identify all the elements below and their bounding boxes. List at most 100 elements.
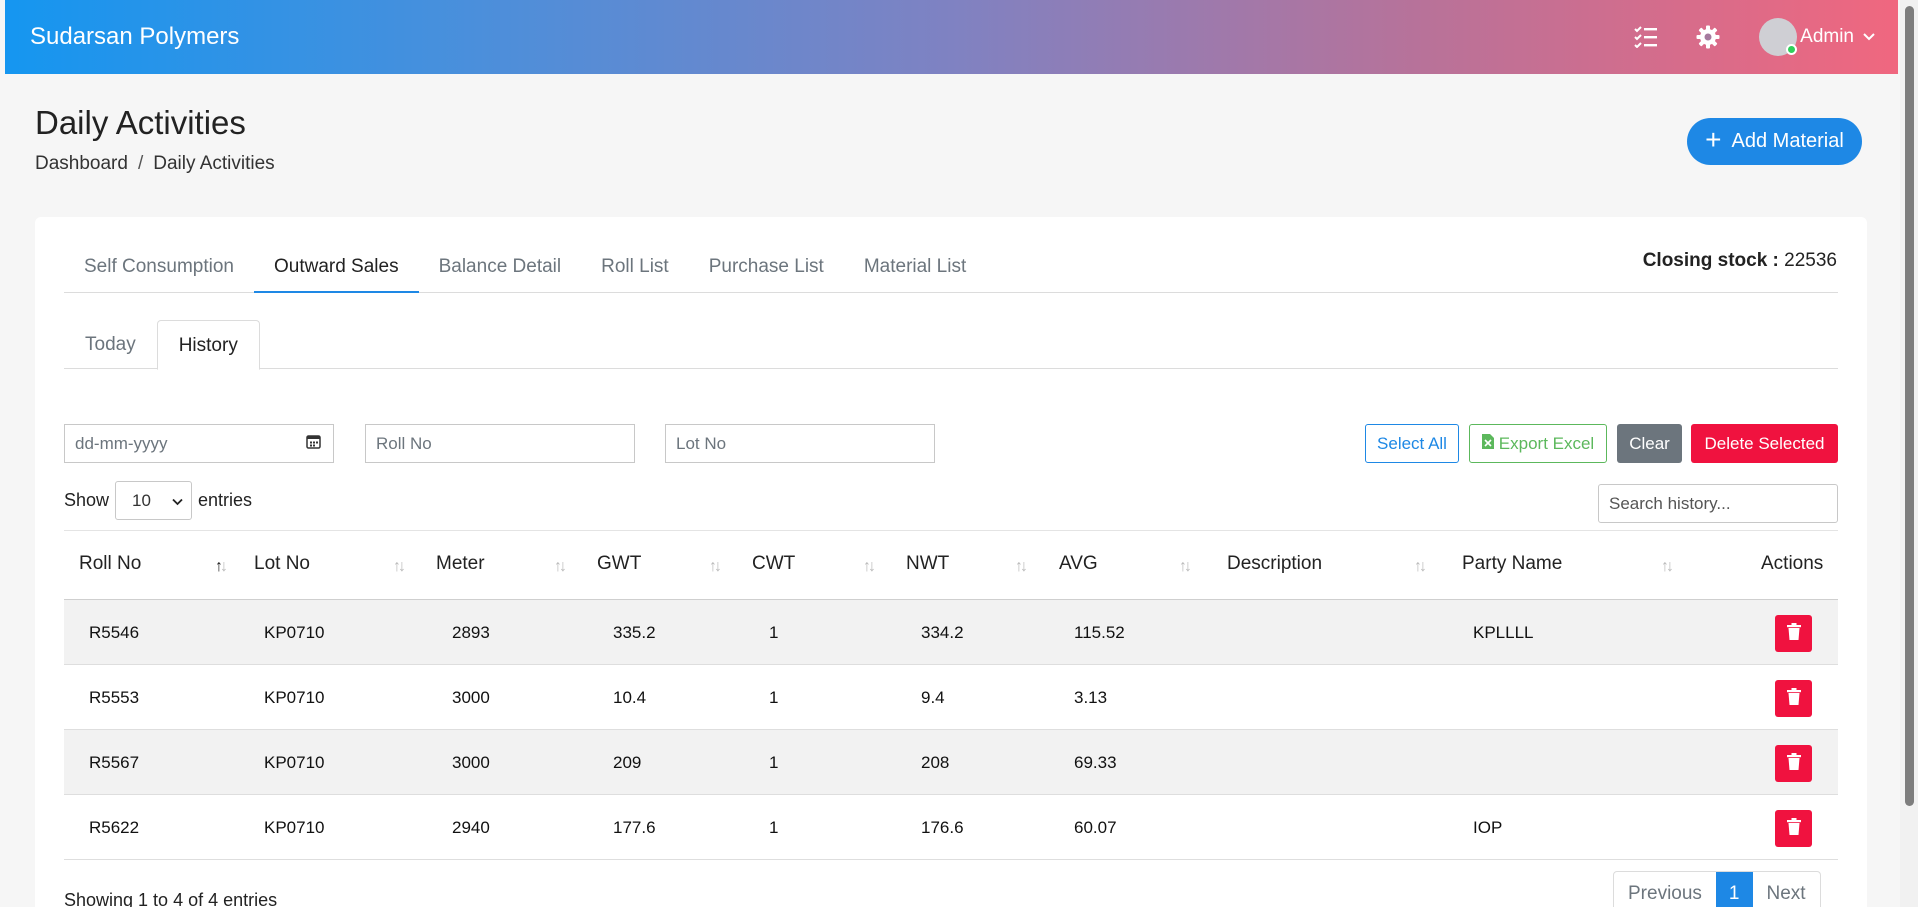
tab-roll-list[interactable]: Roll List [581,241,689,293]
column-header-avg[interactable]: AVG [1059,531,1098,601]
cell-roll-no: R5567 [89,753,140,772]
next-page-button[interactable]: Next [1753,872,1820,907]
checklist-icon[interactable] [1631,22,1661,52]
calendar-icon[interactable] [306,434,321,454]
cell-party-name: IOP [1473,818,1503,837]
table-header: Roll No ↑↓ Lot No ↑↓ Meter ↑↓ GWT ↑↓ CWT… [64,530,1838,600]
date-filter-input[interactable]: dd-mm-yyyy [64,424,334,463]
add-material-label: Add Material [1731,130,1844,152]
cell-lot-no: KP0710 [264,623,325,642]
cell-avg: 115.52 [1074,623,1125,642]
column-header-party-name[interactable]: Party Name [1462,531,1562,601]
cell-lot-no: KP0710 [264,753,325,772]
date-placeholder: dd-mm-yyyy [75,433,168,453]
vertical-scrollbar[interactable] [1900,0,1918,907]
cell-lot-no: KP0710 [264,818,325,837]
page-title: Daily Activities [35,104,246,141]
trash-icon [1786,687,1801,710]
sort-icon[interactable]: ↑↓ [393,558,406,576]
subtab-history[interactable]: History [156,320,260,370]
sort-icon[interactable]: ↑↓ [1661,558,1674,576]
previous-page-button[interactable]: Previous [1614,872,1716,907]
cell-cwt: 1 [769,818,779,837]
sort-icon[interactable]: ↑↓ [863,558,876,576]
column-header-gwt[interactable]: GWT [597,531,641,601]
export-excel-button[interactable]: Export Excel [1469,424,1607,463]
cell-nwt: 334.2 [921,623,964,642]
cell-avg: 69.33 [1074,753,1117,772]
excel-file-icon [1481,433,1494,454]
delete-selected-button[interactable]: Delete Selected [1691,424,1838,463]
scrollbar-thumb[interactable] [1905,6,1914,806]
sort-icon[interactable]: ↑↓ [1179,558,1192,576]
user-menu[interactable]: Admin [1759,18,1876,56]
page-length-select[interactable]: 10 [115,481,193,520]
cell-roll-no: R5546 [89,623,140,642]
column-header-meter[interactable]: Meter [436,531,485,601]
tab-self-consumption[interactable]: Self Consumption [64,241,254,293]
delete-row-button[interactable] [1775,680,1812,717]
gear-icon[interactable] [1693,22,1723,52]
column-header-nwt[interactable]: NWT [906,531,949,601]
roll-no-input[interactable]: Roll No [365,424,635,463]
table-row[interactable]: R5553 KP0710 3000 10.4 1 9.4 3.13 [64,665,1838,730]
column-header-lot-no[interactable]: Lot No [254,531,310,601]
cell-party-name: KPLLLL [1473,623,1534,642]
column-header-roll-no[interactable]: Roll No [79,531,141,601]
cell-avg: 60.07 [1074,818,1117,837]
cell-nwt: 208 [921,753,950,772]
delete-row-button[interactable] [1775,745,1812,782]
navbar-actions: Admin [1599,18,1876,56]
export-excel-label: Export Excel [1498,433,1595,453]
sort-icon[interactable]: ↑↓ [215,558,228,576]
breadcrumb-current: Daily Activities [153,153,275,174]
cell-gwt: 335.2 [613,623,656,642]
tab-balance-detail[interactable]: Balance Detail [419,241,582,293]
closing-stock-value: 22536 [1784,250,1837,271]
page-length-value: 10 [132,490,151,510]
trash-icon [1786,817,1801,840]
subtab-today[interactable]: Today [64,320,157,369]
avatar [1759,18,1798,56]
tab-outward-sales[interactable]: Outward Sales [253,241,419,293]
search-history-input[interactable]: Search history... [1598,484,1838,523]
cell-nwt: 9.4 [921,688,945,707]
page-1-button[interactable]: 1 [1715,872,1753,907]
cell-meter: 2893 [452,623,490,642]
sort-icon[interactable]: ↑↓ [554,558,567,576]
column-header-description[interactable]: Description [1227,531,1322,601]
cell-lot-no: KP0710 [264,688,325,707]
pagination: Previous 1 Next [1613,871,1821,907]
sort-icon[interactable]: ↑↓ [709,558,722,576]
clear-button[interactable]: Clear [1617,424,1682,463]
breadcrumb-separator: / [137,153,144,174]
table-row[interactable]: R5622 KP0710 2940 177.6 1 176.6 60.07 IO… [64,795,1838,860]
table-row[interactable]: R5567 KP0710 3000 209 1 208 69.33 [64,730,1838,795]
cell-meter: 2940 [452,818,490,837]
history-table: Roll No ↑↓ Lot No ↑↓ Meter ↑↓ GWT ↑↓ CWT… [64,530,1838,860]
cell-roll-no: R5553 [89,688,140,707]
show-label: Show [64,490,110,510]
brand-title[interactable]: Sudarsan Polymers [30,23,239,51]
delete-row-button[interactable] [1775,615,1812,652]
cell-cwt: 1 [769,623,779,642]
select-all-button[interactable]: Select All [1365,424,1459,463]
length-menu: Show 10 entries [64,481,252,520]
cell-cwt: 1 [769,753,779,772]
sort-icon[interactable]: ↑↓ [1414,558,1427,576]
user-name: Admin [1800,26,1854,47]
sort-icon[interactable]: ↑↓ [1015,558,1028,576]
column-header-cwt[interactable]: CWT [752,531,795,601]
breadcrumb-dashboard[interactable]: Dashboard [35,153,128,175]
cell-meter: 3000 [452,688,490,707]
lot-no-input[interactable]: Lot No [665,424,935,463]
top-navbar: Sudarsan Polymers Admin [5,0,1898,74]
delete-row-button[interactable] [1775,810,1812,847]
table-row[interactable]: R5546 KP0710 2893 335.2 1 334.2 115.52 K… [64,600,1838,665]
tab-purchase-list[interactable]: Purchase List [689,241,844,293]
column-header-actions: Actions [1761,553,1824,574]
cell-gwt: 10.4 [613,688,647,707]
add-material-button[interactable]: + Add Material [1687,118,1862,165]
cell-avg: 3.13 [1074,688,1108,707]
tab-material-list[interactable]: Material List [844,241,986,293]
